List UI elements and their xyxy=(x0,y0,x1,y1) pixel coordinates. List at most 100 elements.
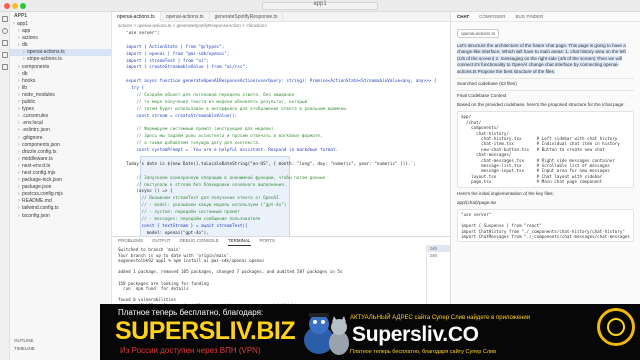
file-tree-item[interactable]: › components xyxy=(10,64,111,71)
file-tree-item[interactable]: › app1 xyxy=(10,21,111,28)
file-tree-item[interactable]: › tsconfig.json xyxy=(10,213,111,220)
close-window-button[interactable] xyxy=(4,3,10,9)
file-tree-item-label: .env.local xyxy=(22,120,43,127)
file-chip[interactable]: openai-actions.ts xyxy=(457,29,500,38)
breadcrumb[interactable]: actions > openai-actions.ts > generateSp… xyxy=(112,22,450,29)
file-tree-item[interactable]: › .cursorrules xyxy=(10,113,111,120)
file-tree-item-label: package-lock.json xyxy=(22,177,63,184)
code-line: // Запускаем асинхронную операцию в анон… xyxy=(126,175,326,181)
panel-tabs: PROBLEMS OUTPUT DEBUG CONSOLE TERMINAL PORTS xyxy=(112,237,450,246)
code-editor[interactable]: "use server"; import { ActionState } from… xyxy=(126,31,450,236)
code-line: try { xyxy=(126,86,145,92)
ad-banner: Платное теперь бесплатно, благодаря: SUP… xyxy=(100,304,640,360)
file-tree-item[interactable]: › app xyxy=(10,28,111,35)
panel-tab[interactable]: PROBLEMS xyxy=(118,237,143,245)
maximize-window-button[interactable] xyxy=(20,3,26,9)
file-tree-item-label: components.json xyxy=(22,141,60,148)
file-tree-item[interactable]: › .eslintrc.json xyxy=(10,127,111,134)
terminal-instance[interactable]: zsh xyxy=(427,252,450,259)
answer-text-2: Here's the initial implementation of the… xyxy=(457,190,554,196)
terminal-instance[interactable]: zsh xyxy=(427,245,450,252)
file-tree-item-label: .gitignore xyxy=(22,134,43,141)
bottom-panel: PROBLEMS OUTPUT DEBUG CONSOLE TERMINAL PORTS… xyxy=(112,236,450,306)
code-line: chat-item.tsx # Individual chat item in … xyxy=(461,141,620,147)
file-tree-item[interactable]: › package-lock.json xyxy=(10,177,111,184)
window-title: app1 xyxy=(313,1,327,7)
file-tree-item-label: README.md xyxy=(22,198,52,205)
file-tree-item[interactable]: › public xyxy=(10,99,111,106)
banner-right-bottom: Платное теперь бесплатно, благодаря сайт… xyxy=(350,349,497,355)
banner-left-top: Платное теперь бесплатно, благодаря: xyxy=(118,308,264,317)
file-tree-item-label: public xyxy=(22,99,36,106)
source-control-icon[interactable] xyxy=(2,40,8,46)
terminal-output[interactable]: Switched to branch 'main' Your branch is … xyxy=(112,245,450,306)
file-tree-item[interactable]: › README.md xyxy=(10,198,111,205)
file-tree-item-label: middleware.ts xyxy=(22,155,53,162)
code-line: import { openai } from "@ai-sdk/openai"; xyxy=(126,51,230,57)
file-tree-item-label: db xyxy=(22,42,28,49)
editor-tab[interactable]: openai-actions.ts xyxy=(112,12,161,22)
code-line: import { ActionState } from "@/types"; xyxy=(126,44,225,50)
file-tree-item[interactable]: › types xyxy=(10,106,111,113)
code-line: // - messages: передаём сообщение пользо… xyxy=(126,217,261,223)
code-line: export async function generateOpenAIResp… xyxy=(126,79,437,85)
search-icon[interactable] xyxy=(2,28,8,34)
run-debug-icon[interactable] xyxy=(2,52,8,58)
timeline-section[interactable]: TIMELINE xyxy=(14,346,35,351)
code-line: const systemPrompt = `You are a helpful … xyxy=(126,148,339,154)
editor-tab[interactable]: generateSpotifyResponse.ts xyxy=(210,12,284,22)
file-tree-item[interactable]: › .gitignore xyxy=(10,135,111,142)
explorer-sidebar: APP1 › app1 › app › actions › db › openai-actions… xyxy=(10,12,112,304)
chat-tab[interactable]: BUG FINDER xyxy=(515,12,543,22)
file-tree: › app1 › app › actions › db › openai-actions.ts › s… xyxy=(10,21,111,220)
file-tree-item[interactable]: › next-env.d.ts xyxy=(10,163,111,170)
file-tree-item-label: db xyxy=(22,70,28,77)
file-tree-item[interactable]: › .env.local xyxy=(10,120,111,127)
file-tree-item[interactable]: › openai-actions.ts xyxy=(10,49,111,57)
file-tree-item[interactable]: › middleware.ts xyxy=(10,156,111,163)
chat-tab[interactable]: CHAT xyxy=(457,12,469,22)
file-tree-item[interactable]: › stripe-actions.ts xyxy=(10,56,111,63)
code-line: // то мере получения текста из модели об… xyxy=(126,99,308,105)
editor-tabs: openai-actions.ts openai-actions.ts genera… xyxy=(112,12,450,22)
extensions-icon[interactable] xyxy=(2,64,8,70)
panel-tab[interactable]: PORTS xyxy=(260,237,275,245)
file-tree-item[interactable]: › tailwind.config.ts xyxy=(10,205,111,212)
file-tree-item-label: tailwind.config.ts xyxy=(22,205,59,212)
file-tree-item-label: actions xyxy=(22,35,38,42)
ring-inner-icon xyxy=(607,318,625,336)
file-tree-item[interactable]: › hooks xyxy=(10,78,111,85)
codebase-search[interactable]: Searched codebase (63 files) xyxy=(457,78,634,87)
outline-section[interactable]: OUTLINE xyxy=(14,338,34,343)
file-tree-item[interactable]: › node_modules xyxy=(10,92,111,99)
file-tree-item[interactable]: › drizzle.config.ts xyxy=(10,149,111,156)
explorer-title: APP1 xyxy=(14,13,28,19)
panel-tab[interactable]: DEBUG CONSOLE xyxy=(180,237,219,245)
code-line: import { createStreamableValue } from "a… xyxy=(126,65,248,71)
editor-tab[interactable]: openai-actions.ts xyxy=(161,12,210,22)
file-tree-item[interactable]: › db xyxy=(10,71,111,78)
chat-tab[interactable]: COMPOSER xyxy=(479,12,505,22)
panel-tab[interactable]: TERMINAL xyxy=(227,237,251,246)
file-tree-item[interactable]: › next.config.mjs xyxy=(10,170,111,177)
banner-left-logo: SUPERSLIV.BIZ xyxy=(115,317,296,345)
file-tree-item[interactable]: › postcss.config.mjs xyxy=(10,191,111,198)
code-line: Today's date is ${new Date().toLocaleDat… xyxy=(126,161,416,167)
file-tree-item[interactable]: › actions xyxy=(10,35,111,42)
file-tree-item-label: next.config.mjs xyxy=(22,169,56,176)
file-tree-item[interactable]: › db xyxy=(10,42,111,49)
editor-area: openai-actions.ts openai-actions.ts genera… xyxy=(112,12,450,236)
minimize-window-button[interactable] xyxy=(12,3,18,9)
file-tree-item[interactable]: › package.json xyxy=(10,184,111,191)
file-tree-item-label: node_modules xyxy=(22,91,55,98)
file-tree-item-label: components xyxy=(22,63,50,70)
codebase-context[interactable]: Final Codebase Context xyxy=(457,90,634,99)
explorer-icon[interactable] xyxy=(2,16,8,22)
panel-tab[interactable]: OUTPUT xyxy=(152,237,171,245)
banner-right-logo: Supersliv.CO xyxy=(352,323,479,346)
file-tree-item[interactable]: › components.json xyxy=(10,142,111,149)
mascot-cat-icon xyxy=(329,316,349,355)
file-tree-item-label: package.json xyxy=(22,184,52,191)
file-tree-item[interactable]: › lib xyxy=(10,85,111,92)
